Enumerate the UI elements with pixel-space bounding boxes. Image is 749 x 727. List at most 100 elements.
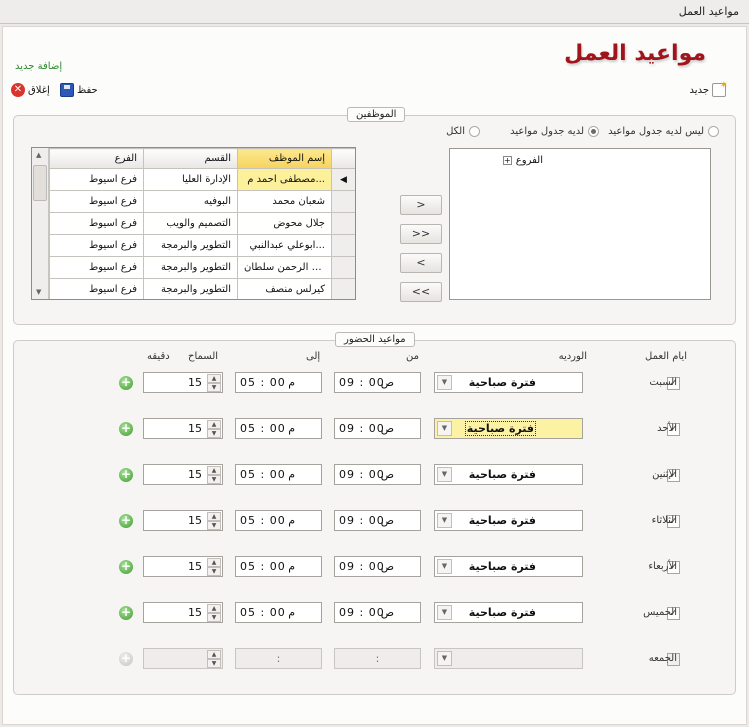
radio-has-schedule[interactable]: لديه جدول مواعيد <box>510 126 599 137</box>
chevron-down-icon[interactable]: ▼ <box>437 375 452 390</box>
employees-grid[interactable]: ▲ ▼ الفرع القسم إسم الموظف فرع اسيوط الإد… <box>31 147 356 300</box>
table-row[interactable]: فرع اسيوط التطوير والبرمجة ابوعلي عبدالنبي… <box>49 234 355 257</box>
shift-select[interactable]: ▼ فترة صباحية <box>434 510 583 531</box>
cell-name[interactable]: كيرلس منصف <box>237 278 332 299</box>
cell-dept[interactable]: التصميم والويب <box>143 212 238 235</box>
to-time-input[interactable]: 05 : 00 م <box>235 418 322 439</box>
row-header[interactable] <box>331 256 355 279</box>
new-button[interactable]: جديد ✶ <box>690 80 728 99</box>
table-row[interactable]: فرع اسيوط التطوير والبرمجة كيرلس منصف <box>49 278 355 299</box>
col-header-name[interactable]: إسم الموظف <box>237 148 332 169</box>
cell-branch[interactable]: فرع اسيوط <box>49 256 144 279</box>
spin-up-icon[interactable]: ▲ <box>207 420 221 429</box>
table-row[interactable]: فرع اسيوط التطوير والبرمجة عبد الرحمن سلطا… <box>49 256 355 279</box>
to-time-input[interactable]: 05 : 00 م <box>235 556 322 577</box>
spin-down-icon[interactable]: ▼ <box>207 613 221 622</box>
from-time-input[interactable]: 09 : 00 ص <box>334 418 421 439</box>
radio-button[interactable] <box>469 126 480 137</box>
cell-branch[interactable]: فرع اسيوط <box>49 278 144 299</box>
col-header-branch[interactable]: الفرع <box>49 148 144 169</box>
move-left-button[interactable]: < <box>400 253 442 273</box>
spin-up-icon[interactable]: ▲ <box>207 604 221 613</box>
add-new-link[interactable]: إضافة جديد <box>15 61 62 72</box>
spin-up-icon[interactable]: ▲ <box>207 374 221 383</box>
grid-scrollbar[interactable]: ▲ ▼ <box>32 148 49 299</box>
to-time-input[interactable]: : <box>235 648 322 669</box>
table-row[interactable]: فرع اسيوط التصميم والويب جلال محوض <box>49 212 355 235</box>
cell-branch[interactable]: فرع اسيوط <box>49 168 144 191</box>
shift-select[interactable]: ▼ فترة صباحية <box>434 602 583 623</box>
from-time-input[interactable]: 09 : 00 ص <box>334 464 421 485</box>
cell-dept[interactable]: البوفيه <box>143 190 238 213</box>
cell-name[interactable]: عبد الرحمن سلطان <box>237 256 332 279</box>
add-plus-icon[interactable]: + <box>119 376 133 390</box>
cell-name[interactable]: جلال محوض <box>237 212 332 235</box>
to-time-input[interactable]: 05 : 00 م <box>235 510 322 531</box>
spin-down-icon[interactable]: ▼ <box>207 475 221 484</box>
col-header-dept[interactable]: القسم <box>143 148 238 169</box>
move-right-button[interactable]: > <box>400 195 442 215</box>
from-time-input[interactable]: 09 : 00 ص <box>334 602 421 623</box>
shift-select[interactable]: ▼ فترة صباحية <box>434 556 583 577</box>
spin-up-icon[interactable]: ▲ <box>207 558 221 567</box>
spin-up-icon[interactable]: ▲ <box>207 466 221 475</box>
spin-up-icon[interactable]: ▲ <box>207 512 221 521</box>
save-button[interactable]: حفظ <box>60 81 98 99</box>
from-time-input[interactable]: : <box>334 648 421 669</box>
row-header[interactable] <box>331 190 355 213</box>
cell-dept[interactable]: التطوير والبرمجة <box>143 278 238 299</box>
to-time-input[interactable]: 05 : 00 م <box>235 372 322 393</box>
radio-button[interactable] <box>588 126 599 137</box>
table-row[interactable]: فرع اسيوط البوفيه شعبان محمد <box>49 190 355 213</box>
scroll-down-icon[interactable]: ▼ <box>36 288 41 296</box>
add-plus-icon[interactable]: + <box>119 422 133 436</box>
row-header[interactable] <box>331 212 355 235</box>
spin-down-icon[interactable]: ▼ <box>207 567 221 576</box>
allowance-spinner[interactable]: 15 ▲ ▼ <box>143 556 223 577</box>
cell-dept[interactable]: التطوير والبرمجة <box>143 234 238 257</box>
cell-branch[interactable]: فرع اسيوط <box>49 234 144 257</box>
expand-icon[interactable]: + <box>502 156 512 165</box>
allowance-spinner[interactable]: 15 ▲ ▼ <box>143 418 223 439</box>
cell-branch[interactable]: فرع اسيوط <box>49 212 144 235</box>
add-plus-icon[interactable]: + <box>119 606 133 620</box>
chevron-down-icon[interactable]: ▼ <box>437 467 452 482</box>
table-row[interactable]: فرع اسيوط الإدارة العليا مصطفى احمد م... ◀ <box>49 168 355 191</box>
chevron-down-icon[interactable]: ▼ <box>437 421 452 436</box>
allowance-spinner[interactable]: 15 ▲ ▼ <box>143 602 223 623</box>
to-time-input[interactable]: 05 : 00 م <box>235 464 322 485</box>
radio-all[interactable]: الكل <box>446 126 480 137</box>
chevron-down-icon[interactable]: ▼ <box>437 513 452 528</box>
radio-no-schedule[interactable]: ليس لديه جدول مواعيد <box>608 126 719 137</box>
cell-dept[interactable]: الإدارة العليا <box>143 168 238 191</box>
cell-name[interactable]: ابوعلي عبدالنبي... <box>237 234 332 257</box>
close-button[interactable]: ✕ إغلاق <box>11 81 50 99</box>
spin-up-icon[interactable]: ▲ <box>207 650 221 659</box>
chevron-down-icon[interactable]: ▼ <box>437 605 452 620</box>
spin-down-icon[interactable]: ▼ <box>207 659 221 668</box>
spin-down-icon[interactable]: ▼ <box>207 521 221 530</box>
scroll-thumb[interactable] <box>33 165 47 201</box>
cell-name[interactable]: شعبان محمد <box>237 190 332 213</box>
move-all-right-button[interactable]: >> <box>400 224 442 244</box>
allowance-spinner[interactable]: ▲ ▼ <box>143 648 223 669</box>
to-time-input[interactable]: 05 : 00 م <box>235 602 322 623</box>
add-plus-icon[interactable]: + <box>119 560 133 574</box>
cell-branch[interactable]: فرع اسيوط <box>49 190 144 213</box>
add-plus-icon[interactable]: + <box>119 468 133 482</box>
allowance-spinner[interactable]: 15 ▲ ▼ <box>143 510 223 531</box>
radio-button[interactable] <box>708 126 719 137</box>
add-plus-icon[interactable]: + <box>119 652 133 666</box>
shift-select[interactable]: ▼ فترة صباحية <box>434 464 583 485</box>
from-time-input[interactable]: 09 : 00 ص <box>334 372 421 393</box>
spin-down-icon[interactable]: ▼ <box>207 429 221 438</box>
scroll-up-icon[interactable]: ▲ <box>36 151 41 159</box>
shift-select[interactable]: ▼ <box>434 648 583 669</box>
add-plus-icon[interactable]: + <box>119 514 133 528</box>
allowance-spinner[interactable]: 15 ▲ ▼ <box>143 464 223 485</box>
move-all-left-button[interactable]: << <box>400 282 442 302</box>
branches-tree[interactable]: + الفروع <box>449 148 711 300</box>
cell-name[interactable]: مصطفى احمد م... <box>237 168 332 191</box>
row-header[interactable] <box>331 278 355 299</box>
allowance-spinner[interactable]: 15 ▲ ▼ <box>143 372 223 393</box>
